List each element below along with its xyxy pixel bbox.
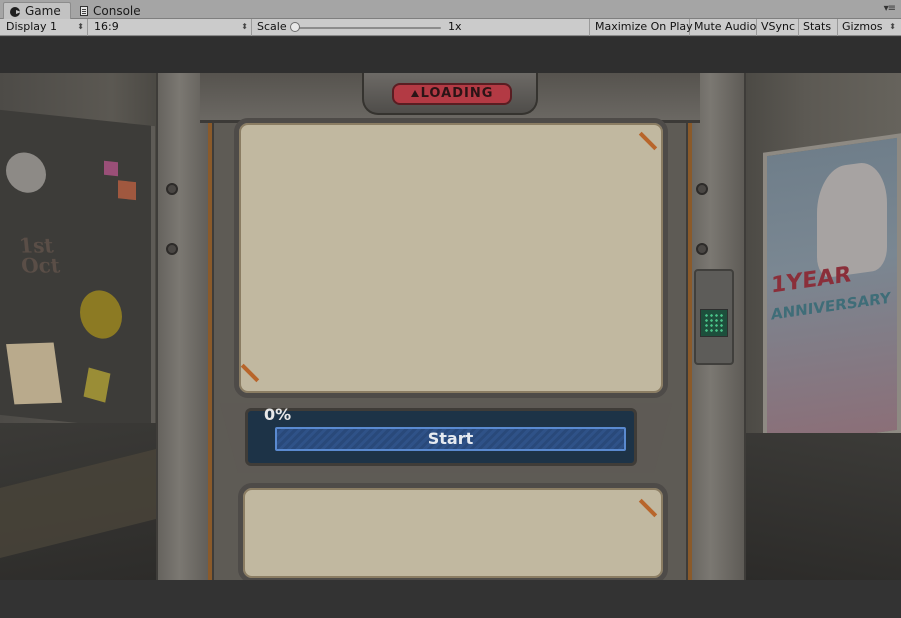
door-keypad <box>694 269 734 365</box>
stats-label: Stats <box>803 20 832 33</box>
loading-label: LOADING <box>420 86 494 101</box>
sticky-note <box>104 160 118 177</box>
lower-screen-panel <box>238 483 668 580</box>
tab-game[interactable]: Game <box>3 2 71 19</box>
stats-toggle[interactable]: Stats <box>799 19 838 36</box>
console-icon <box>80 6 88 16</box>
panel-menu-icon[interactable]: ▾≡ <box>884 3 896 14</box>
paper-note <box>6 342 62 405</box>
right-orange-rail <box>688 113 692 580</box>
sticky-note <box>83 367 111 403</box>
game-scene: 1st Oct 1YEAR ANNIVERSARY LOADING <box>0 73 901 580</box>
tab-game-label: Game <box>25 4 61 18</box>
bolt-icon <box>696 183 708 195</box>
maximize-on-play-label: Maximize On Play <box>595 20 693 33</box>
vsync-toggle[interactable]: VSync <box>757 19 799 36</box>
left-door-pillar <box>156 73 214 580</box>
scale-label: Scale <box>257 20 287 33</box>
bolt-icon <box>166 183 178 195</box>
bolt-icon <box>166 243 178 255</box>
chibi-sticker <box>6 150 46 195</box>
poster-character <box>817 159 887 280</box>
start-button[interactable]: Start <box>275 427 626 451</box>
bulletin-board: 1st Oct <box>0 109 155 432</box>
bolt-icon <box>696 243 708 255</box>
aspect-ratio-value: 16:9 <box>94 20 119 33</box>
panel-corner-accent <box>240 363 260 383</box>
scale-slider-thumb[interactable] <box>290 22 300 32</box>
anniversary-poster: 1YEAR ANNIVERSARY <box>763 133 901 453</box>
vsync-label: VSync <box>761 20 796 33</box>
display-dropdown-value: Display 1 <box>6 20 58 33</box>
maximize-on-play-toggle[interactable]: Maximize On Play <box>591 19 693 36</box>
progress-percent: 0% <box>264 405 292 424</box>
panel-corner-accent <box>638 498 658 518</box>
gizmos-dropdown[interactable]: Gizmos <box>838 19 899 36</box>
aspect-ratio-dropdown[interactable]: 16:9 <box>90 19 252 36</box>
right-floor <box>742 433 901 580</box>
loading-badge: LOADING <box>362 73 538 115</box>
panel-corner-accent <box>638 131 658 151</box>
main-screen-panel <box>234 118 668 398</box>
tab-console[interactable]: Console <box>74 2 150 19</box>
scale-slider-track[interactable] <box>293 27 441 29</box>
scale-value: 1x <box>448 20 462 33</box>
game-view-toolbar: Display 1 16:9 Scale 1x Maximize On Play… <box>0 19 901 36</box>
scale-control: Scale 1x <box>253 19 590 36</box>
sticky-note <box>118 180 136 201</box>
gizmos-label: Gizmos <box>842 20 883 33</box>
editor-tab-bar: Game Console ▾≡ <box>0 0 901 19</box>
loading-pill: LOADING <box>392 83 512 105</box>
left-orange-rail <box>208 113 212 580</box>
mute-audio-toggle[interactable]: Mute Audio <box>690 19 757 36</box>
game-icon <box>10 6 21 17</box>
triangle-icon <box>410 90 419 97</box>
tab-console-label: Console <box>93 3 141 18</box>
keypad-screen <box>700 309 728 337</box>
mute-audio-label: Mute Audio <box>694 20 757 33</box>
bunny-mascot <box>80 288 122 341</box>
poster-title-1: 1YEAR <box>771 262 852 299</box>
display-dropdown[interactable]: Display 1 <box>2 19 88 36</box>
board-date-text: 1st Oct <box>17 233 62 278</box>
letterbox-bottom <box>0 580 901 618</box>
